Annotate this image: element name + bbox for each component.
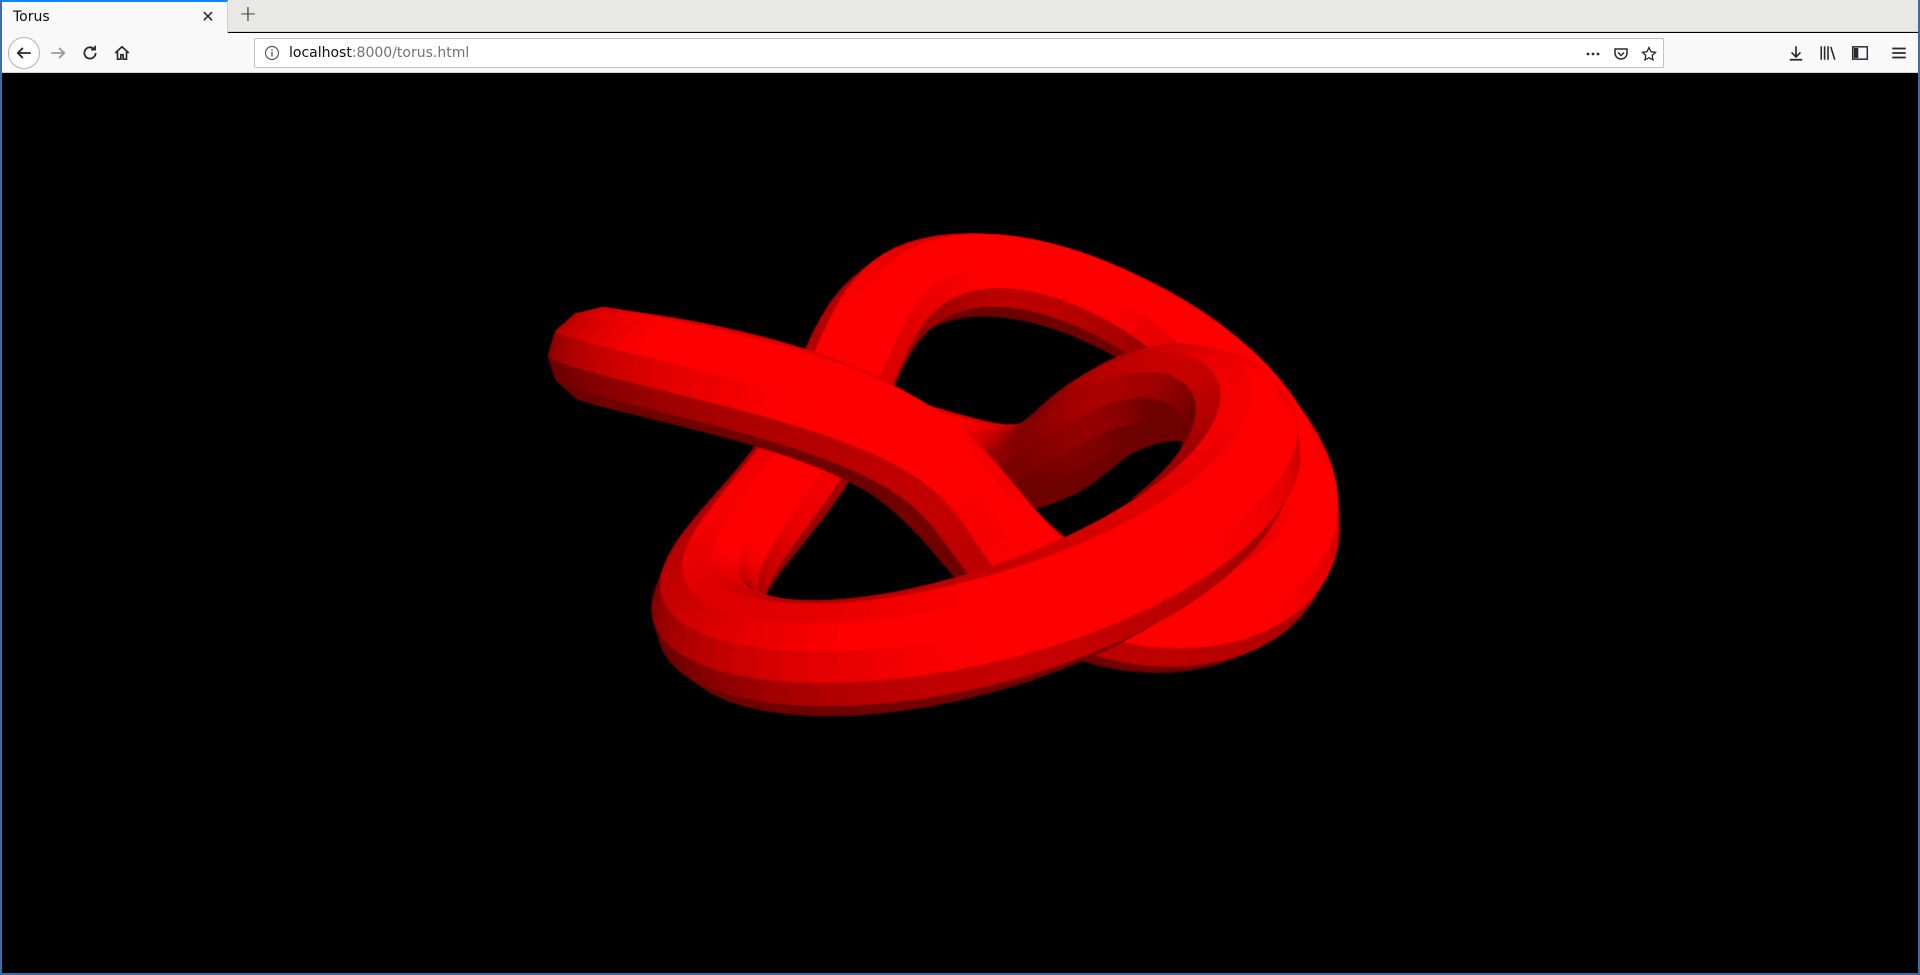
more-icon[interactable] (1584, 45, 1602, 63)
back-arrow-icon[interactable] (8, 37, 40, 69)
pocket-icon[interactable] (1612, 45, 1630, 63)
bookmark-star-icon[interactable] (1640, 45, 1658, 63)
tab-torus[interactable]: Torus ✕ (2, 0, 228, 33)
forward-arrow-icon[interactable] (42, 37, 74, 69)
url-text[interactable]: localhost:8000/torus.html (289, 45, 469, 61)
tab-title: Torus (13, 9, 50, 25)
url-bar[interactable]: localhost:8000/torus.html (254, 38, 1664, 68)
close-icon[interactable]: ✕ (199, 8, 217, 26)
sidebar-icon[interactable] (1844, 37, 1876, 69)
url-host: localhost (289, 45, 352, 61)
menu-icon[interactable] (1883, 37, 1915, 69)
page-content[interactable] (2, 74, 1918, 973)
nav-toolbar: localhost:8000/torus.html (2, 33, 1918, 73)
info-icon[interactable] (264, 45, 280, 61)
browser-window: Torus ✕ + localhost:8000/torus.html (0, 0, 1920, 975)
plus-icon[interactable]: + (236, 4, 260, 28)
reload-icon[interactable] (74, 37, 106, 69)
tab-strip: Torus ✕ + (2, 0, 1918, 33)
home-icon[interactable] (106, 37, 138, 69)
downloads-icon[interactable] (1780, 37, 1812, 69)
library-icon[interactable] (1812, 37, 1844, 69)
torus-knot-canvas[interactable] (2, 74, 1918, 973)
url-path: :8000/torus.html (351, 45, 470, 61)
